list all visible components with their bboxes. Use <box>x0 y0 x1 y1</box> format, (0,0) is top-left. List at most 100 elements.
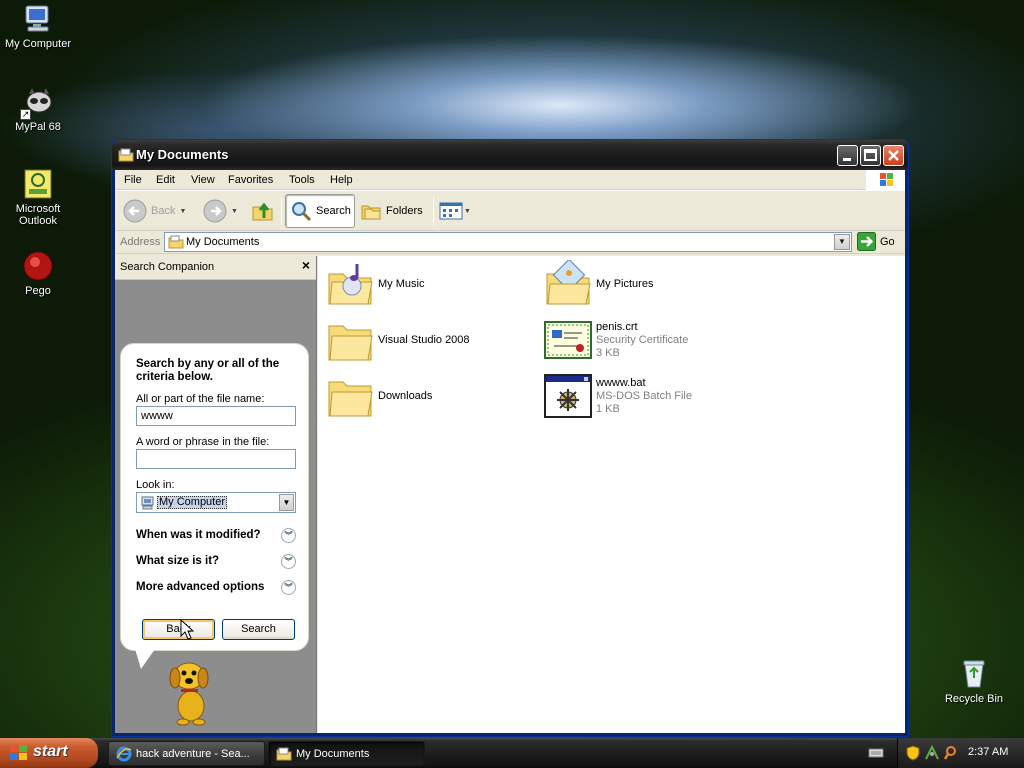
keyboard-icon[interactable] <box>868 746 884 763</box>
lookin-value: My Computer <box>157 496 228 509</box>
close-button[interactable] <box>883 145 904 166</box>
menu-tools[interactable]: Tools <box>289 174 315 186</box>
forward-button[interactable]: ▼ <box>203 194 238 228</box>
expander-label: More advanced options <box>136 581 265 593</box>
taskbar-item-label: hack adventure - Sea... <box>136 748 250 760</box>
search-button[interactable]: Search <box>285 194 355 228</box>
go-label: Go <box>880 235 895 248</box>
minimize-icon <box>843 158 851 161</box>
windows-logo-icon <box>9 744 29 767</box>
desktop-icon-my-computer[interactable]: My Computer <box>0 3 76 50</box>
menu-favorites[interactable]: Favorites <box>228 174 273 186</box>
phrase-label: A word or phrase in the file: <box>136 436 270 448</box>
expander-size[interactable]: What size is it? ︾ <box>136 554 296 569</box>
chevron-down-icon[interactable]: ▼ <box>834 234 850 250</box>
chevron-down-icon[interactable]: ▼ <box>179 208 186 215</box>
double-chevron-down-icon[interactable]: ︾ <box>281 554 296 569</box>
title-bar[interactable]: My Documents <box>112 140 908 170</box>
toolbar-separator <box>433 197 434 225</box>
file-item-my-pictures[interactable]: My Pictures <box>544 258 754 308</box>
double-chevron-down-icon[interactable]: ︾ <box>281 580 296 595</box>
up-folder-icon <box>252 202 273 221</box>
expander-modified[interactable]: When was it modified? ︾ <box>136 528 296 543</box>
chevron-down-icon[interactable]: ▼ <box>464 208 471 215</box>
maximize-button[interactable] <box>860 145 881 166</box>
clock[interactable]: 2:37 AM <box>968 746 1008 758</box>
security-shield-icon[interactable] <box>906 745 920 764</box>
menu-help[interactable]: Help <box>330 174 353 186</box>
minimize-button[interactable] <box>837 145 858 166</box>
search-companion-header: Search Companion × <box>115 256 316 280</box>
lookin-label: Look in: <box>136 479 175 491</box>
up-folder-button[interactable] <box>251 194 275 228</box>
file-list: My Music My Pictures Visual Studio 2008 <box>318 256 905 733</box>
chevron-down-icon[interactable]: ▼ <box>231 208 238 215</box>
file-type: MS-DOS Batch File <box>596 389 692 402</box>
start-search-button[interactable]: Search <box>222 619 295 640</box>
filename-input[interactable] <box>136 406 296 426</box>
file-name: Visual Studio 2008 <box>378 333 470 346</box>
file-size: 3 KB <box>596 346 620 359</box>
menu-edit[interactable]: Edit <box>156 174 175 186</box>
back-button[interactable]: Back ▼ <box>123 194 186 228</box>
go-button[interactable]: Go <box>857 232 895 251</box>
folder-icon <box>168 235 184 252</box>
file-item-my-music[interactable]: My Music <box>326 260 536 308</box>
address-input[interactable]: My Documents ▼ <box>164 232 852 252</box>
mypal-icon: ↗ <box>20 86 54 120</box>
file-type: Security Certificate <box>596 333 689 346</box>
file-item-visual-studio-2008[interactable]: Visual Studio 2008 <box>326 316 536 364</box>
start-button[interactable]: start <box>0 738 98 768</box>
double-chevron-down-icon[interactable]: ︾ <box>281 528 296 543</box>
file-name: wwww.bat <box>596 376 646 389</box>
search-companion-pane: Search Companion × Search by any or all … <box>115 256 317 733</box>
folder-icon <box>326 316 374 364</box>
certificate-icon <box>544 316 592 364</box>
balloon-tail <box>135 649 155 669</box>
close-icon <box>888 150 899 161</box>
desktop-icon-outlook[interactable]: Microsoft Outlook <box>0 168 76 227</box>
expander-advanced[interactable]: More advanced options ︾ <box>136 580 296 595</box>
menu-file[interactable]: File <box>124 174 142 186</box>
taskbar-item-label: My Documents <box>296 748 370 760</box>
phrase-input[interactable] <box>136 449 296 469</box>
folder-icon <box>326 372 374 420</box>
file-name: Downloads <box>378 389 433 402</box>
forward-arrow-icon <box>203 199 227 223</box>
file-item-downloads[interactable]: Downloads <box>326 372 536 420</box>
recycle-bin-icon <box>958 658 990 690</box>
file-item-certificate[interactable]: penis.crt Security Certificate 3 KB <box>544 316 754 364</box>
search-icon[interactable] <box>943 745 960 764</box>
folders-icon <box>361 205 381 220</box>
expander-label: When was it modified? <box>136 529 261 541</box>
desktop-icon-label: My Computer <box>4 38 72 50</box>
menu-view[interactable]: View <box>191 174 215 186</box>
folders-button[interactable]: Folders <box>360 194 423 228</box>
network-icon[interactable] <box>924 744 940 764</box>
desktop-icon-recycle-bin[interactable]: Recycle Bin <box>936 658 1012 705</box>
toolbar-separator <box>281 197 282 225</box>
search-dog-icon[interactable] <box>163 656 219 729</box>
pego-icon <box>22 250 54 282</box>
expander-label: What size is it? <box>136 555 220 567</box>
desktop-icon-mypal[interactable]: ↗ MyPal 68 <box>0 86 76 133</box>
views-button[interactable]: ▼ <box>439 194 471 228</box>
maximize-icon <box>864 149 877 161</box>
search-label: Search <box>316 205 351 217</box>
chevron-down-icon[interactable]: ▼ <box>279 494 294 511</box>
file-name: My Music <box>378 277 425 290</box>
file-item-batch-file[interactable]: wwww.bat MS-DOS Batch File 1 KB <box>544 372 754 420</box>
folder-icon <box>276 746 292 765</box>
taskbar: start hack adventure - Sea... My Documen… <box>0 738 1024 768</box>
close-icon[interactable]: × <box>302 257 310 273</box>
my-computer-icon <box>141 496 154 513</box>
desktop-icon-label: Pego <box>25 285 51 297</box>
file-name: penis.crt <box>596 320 638 333</box>
taskbar-item-my-documents[interactable]: My Documents <box>268 741 425 766</box>
folder-icon <box>118 147 134 166</box>
desktop-icon-pego[interactable]: Pego <box>0 250 76 297</box>
back-label: Back <box>151 205 176 217</box>
lookin-select[interactable]: My Computer ▼ <box>136 492 296 513</box>
taskbar-item-browser[interactable]: hack adventure - Sea... <box>108 741 265 766</box>
back-search-button[interactable]: Back <box>142 619 215 640</box>
